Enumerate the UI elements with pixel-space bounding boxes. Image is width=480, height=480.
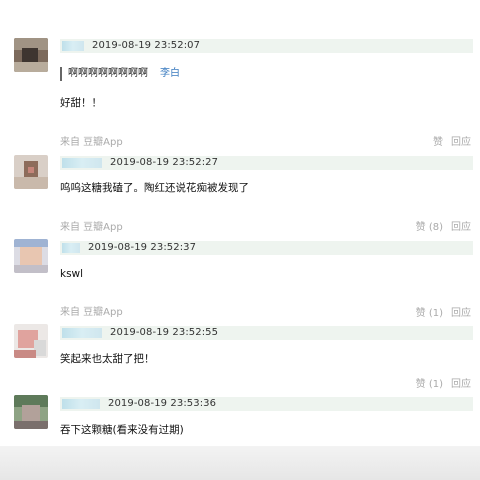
avatar[interactable] [14, 239, 48, 273]
quoted-reply: 啊啊啊啊啊啊啊啊 李白 [60, 67, 180, 81]
comment-actions: 赞回应 [425, 137, 471, 149]
quote-author-link[interactable]: 李白 [160, 68, 180, 79]
reply-button[interactable]: 回应 [451, 137, 471, 148]
timestamp: 2019-08-19 23:53:36 [108, 398, 217, 409]
bottom-edge [0, 446, 480, 480]
like-button[interactable]: 赞 (8) [416, 222, 443, 233]
like-button[interactable]: 赞 (1) [416, 308, 443, 319]
comment-header: 2019-08-19 23:52:27 [60, 156, 473, 170]
comment-list: 2019-08-19 23:52:07 啊啊啊啊啊啊啊啊 李白 好甜！！ 来自 豆… [0, 0, 480, 480]
timestamp: 2019-08-19 23:52:27 [110, 157, 219, 168]
source-label: 来自 豆瓣App [60, 307, 123, 318]
username-blurred[interactable] [62, 158, 102, 168]
comment-text: 呜呜这糖我磕了。陶红还说花痴被发现了 [60, 182, 249, 194]
avatar[interactable] [14, 38, 48, 72]
comment-actions: 赞 (1) 回应 [408, 308, 471, 320]
reply-button[interactable]: 回应 [451, 308, 471, 319]
comment-text: 好甜！！ [60, 97, 102, 109]
quote-text: 啊啊啊啊啊啊啊啊 [68, 68, 148, 79]
timestamp: 2019-08-19 23:52:37 [88, 242, 197, 253]
username-blurred[interactable] [62, 243, 80, 253]
comment-text: 吞下这颗糖(看来没有过期) [60, 424, 184, 436]
username-blurred[interactable] [62, 41, 84, 51]
avatar[interactable] [14, 324, 48, 358]
source-label: 来自 豆瓣App [60, 137, 123, 148]
username-blurred[interactable] [62, 399, 100, 409]
comment-text: kswl [60, 268, 84, 280]
comment-header: 2019-08-19 23:53:36 [60, 397, 473, 411]
source-label: 来自 豆瓣App [60, 222, 123, 233]
comment-header: 2019-08-19 23:52:07 [60, 39, 473, 53]
comment-header: 2019-08-19 23:52:55 [60, 326, 473, 340]
reply-button[interactable]: 回应 [451, 379, 471, 390]
comment-actions: 赞 (8) 回应 [408, 222, 471, 234]
like-button[interactable]: 赞 [433, 137, 443, 148]
comment-text: 笑起来也太甜了把！ [60, 353, 155, 365]
avatar[interactable] [14, 395, 48, 429]
comment-actions: 赞 (1) 回应 [408, 379, 471, 391]
timestamp: 2019-08-19 23:52:55 [110, 327, 219, 338]
like-button[interactable]: 赞 (1) [416, 379, 443, 390]
timestamp: 2019-08-19 23:52:07 [92, 40, 201, 51]
avatar[interactable] [14, 155, 48, 189]
comment-header: 2019-08-19 23:52:37 [60, 241, 473, 255]
reply-button[interactable]: 回应 [451, 222, 471, 233]
username-blurred[interactable] [62, 328, 102, 338]
